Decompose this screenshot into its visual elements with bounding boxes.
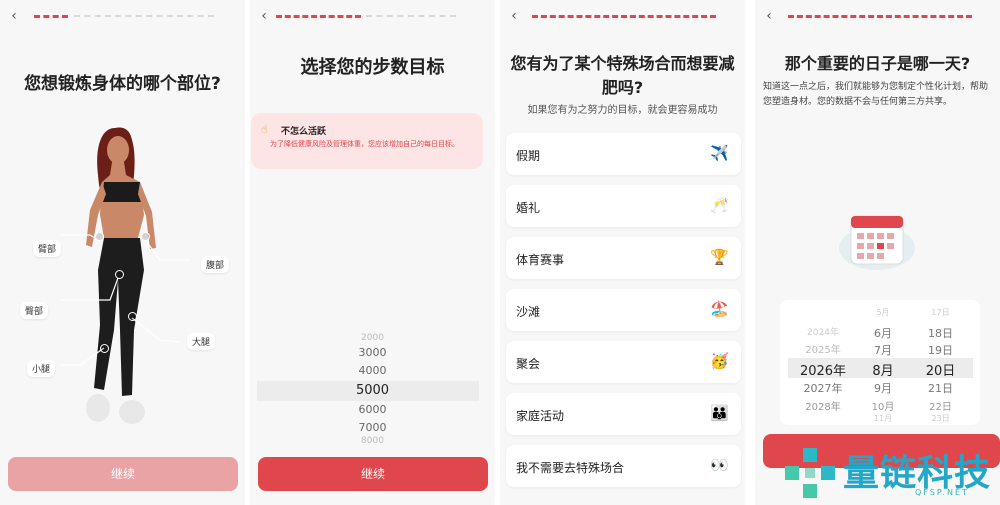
option-label: 家庭活动 <box>516 409 565 423</box>
picker-option[interactable]: 8000 <box>250 436 495 446</box>
label-abs[interactable]: 腹部 <box>201 256 230 273</box>
watermark: 量链科技 QFSP.NET <box>785 440 1000 505</box>
occasion-option-vacation[interactable]: 假期 ✈️ <box>506 133 741 175</box>
page-subtitle: 如果您有为之努力的目标，就会更容易成功 <box>527 105 718 116</box>
progress-bar <box>34 15 214 18</box>
option-label: 假期 <box>516 149 541 163</box>
progress-remaining <box>366 15 456 18</box>
calf-marker[interactable] <box>100 344 109 353</box>
picker-option[interactable]: 4000 <box>250 364 495 377</box>
progress-done <box>532 15 716 18</box>
back-chevron-icon[interactable]: ‹ <box>6 7 22 25</box>
hand-point-icon: ☝ <box>261 123 268 136</box>
screen-important-date: ‹ 那个重要的日子是哪一天? 知道这一点之后，我们就能够为您制定个性化计划，帮助… <box>755 0 1000 505</box>
day-option[interactable]: 23日 <box>913 413 968 424</box>
occasion-option-family-event[interactable]: 家庭活动 👪 <box>506 393 741 435</box>
year-selected[interactable]: 2026年 <box>788 360 858 379</box>
hint-description: 为了降低健康风险及管理体重，您应该增加自己的每日目标。 <box>270 140 459 148</box>
option-label: 体育赛事 <box>516 253 565 267</box>
option-label: 婚礼 <box>516 201 541 215</box>
day-option[interactable]: 17日 <box>913 307 968 318</box>
thigh-marker[interactable] <box>128 312 137 321</box>
label-glutes[interactable]: 臀部 <box>20 302 49 319</box>
progress-remaining <box>74 15 214 18</box>
day-option[interactable]: 22日 <box>913 398 968 413</box>
month-option[interactable]: 9月 <box>858 380 908 396</box>
year-option[interactable]: 2028年 <box>788 398 858 413</box>
progress-done <box>34 15 68 18</box>
month-option[interactable]: 11月 <box>858 413 908 424</box>
progress-done <box>276 15 361 18</box>
day-selected[interactable]: 20日 <box>913 360 968 379</box>
champagne-icon: 🥂 <box>710 196 729 214</box>
label-calf[interactable]: 小腿 <box>27 360 56 377</box>
screen-special-occasion: ‹ 您有为了某个特殊场合而想要减肥吗? 如果您有为之努力的目标，就会更容易成功 … <box>500 0 745 505</box>
logo-icon <box>785 448 835 498</box>
progress-bar <box>532 15 716 18</box>
month-option[interactable]: 7月 <box>858 342 908 358</box>
picker-option[interactable]: 2000 <box>250 333 495 343</box>
occasion-option-party[interactable]: 聚会 🥳 <box>506 341 741 383</box>
progress-bar <box>276 15 456 18</box>
progress-bar <box>788 15 972 18</box>
year-option[interactable]: 2025年 <box>788 341 858 356</box>
page-title: 那个重要的日子是哪一天? <box>784 54 971 73</box>
glute-marker[interactable] <box>115 270 124 279</box>
label-thigh[interactable]: 大腿 <box>187 333 216 350</box>
family-icon: 👪 <box>710 404 729 422</box>
back-chevron-icon[interactable]: ‹ <box>256 7 272 25</box>
party-face-icon: 🥳 <box>710 352 729 370</box>
trophy-icon: 🏆 <box>710 248 729 266</box>
back-chevron-icon[interactable]: ‹ <box>506 7 522 25</box>
day-option[interactable]: 18日 <box>913 325 968 341</box>
picker-option[interactable]: 3000 <box>250 346 495 359</box>
option-label: 沙滩 <box>516 305 541 319</box>
calendar-icon <box>839 215 915 270</box>
option-label: 我不需要去特殊场合 <box>516 461 625 475</box>
month-option[interactable]: 10月 <box>858 398 908 413</box>
eyes-icon: 👀 <box>710 456 729 474</box>
occasion-option-beach[interactable]: 沙滩 🏖️ <box>506 289 741 331</box>
day-option[interactable]: 21日 <box>913 380 968 396</box>
month-option[interactable]: 6月 <box>858 325 908 341</box>
watermark-subtext: QFSP.NET <box>915 488 969 497</box>
screen-step-goal: ‹ 选择您的步数目标 ☝ 不怎么活跃 为了降低健康风险及管理体重，您应该增加自己… <box>250 0 495 505</box>
continue-button[interactable]: 继续 <box>8 457 238 491</box>
occasion-option-wedding[interactable]: 婚礼 🥂 <box>506 185 741 227</box>
option-label: 聚会 <box>516 357 541 371</box>
year-option[interactable]: 2027年 <box>788 380 858 396</box>
page-description: 知道这一点之后，我们就能够为您制定个性化计划，帮助您塑造身材。您的数据不会与任何… <box>763 82 989 107</box>
day-option[interactable]: 19日 <box>913 342 968 358</box>
page-title: 您想锻炼身体的哪个部位? <box>24 74 221 94</box>
occasion-option-none[interactable]: 我不需要去特殊场合 👀 <box>506 445 741 487</box>
picker-option[interactable]: 6000 <box>250 403 495 416</box>
activity-hint-card: ☝ 不怎么活跃 为了降低健康风险及管理体重，您应该增加自己的每日目标。 <box>251 113 483 169</box>
arm-marker[interactable] <box>95 232 104 241</box>
fitness-model-figure <box>60 127 190 424</box>
month-selected[interactable]: 8月 <box>858 360 908 379</box>
back-chevron-icon[interactable]: ‹ <box>761 7 777 25</box>
month-option[interactable]: 5月 <box>858 307 908 318</box>
screen-body-part: ‹ 您想锻炼身体的哪个部位? 臂部 腹部 臀部 大腿 小腿 继续 <box>0 0 245 505</box>
label-arm[interactable]: 臂部 <box>33 240 62 257</box>
abs-marker[interactable] <box>141 232 150 241</box>
year-option[interactable]: 2024年 <box>788 325 858 338</box>
picker-option[interactable]: 7000 <box>250 421 495 434</box>
beach-icon: 🏖️ <box>710 300 729 318</box>
airplane-icon: ✈️ <box>710 144 729 162</box>
occasion-option-sports-event[interactable]: 体育赛事 🏆 <box>506 237 741 279</box>
page-title: 选择您的步数目标 <box>300 57 445 78</box>
progress-done <box>788 15 972 18</box>
page-title: 您有为了某个特殊场合而想要减肥吗? <box>510 54 735 97</box>
picker-selected-option[interactable]: 5000 <box>250 383 495 398</box>
continue-button[interactable]: 继续 <box>258 457 488 491</box>
hint-title: 不怎么活跃 <box>281 127 327 137</box>
